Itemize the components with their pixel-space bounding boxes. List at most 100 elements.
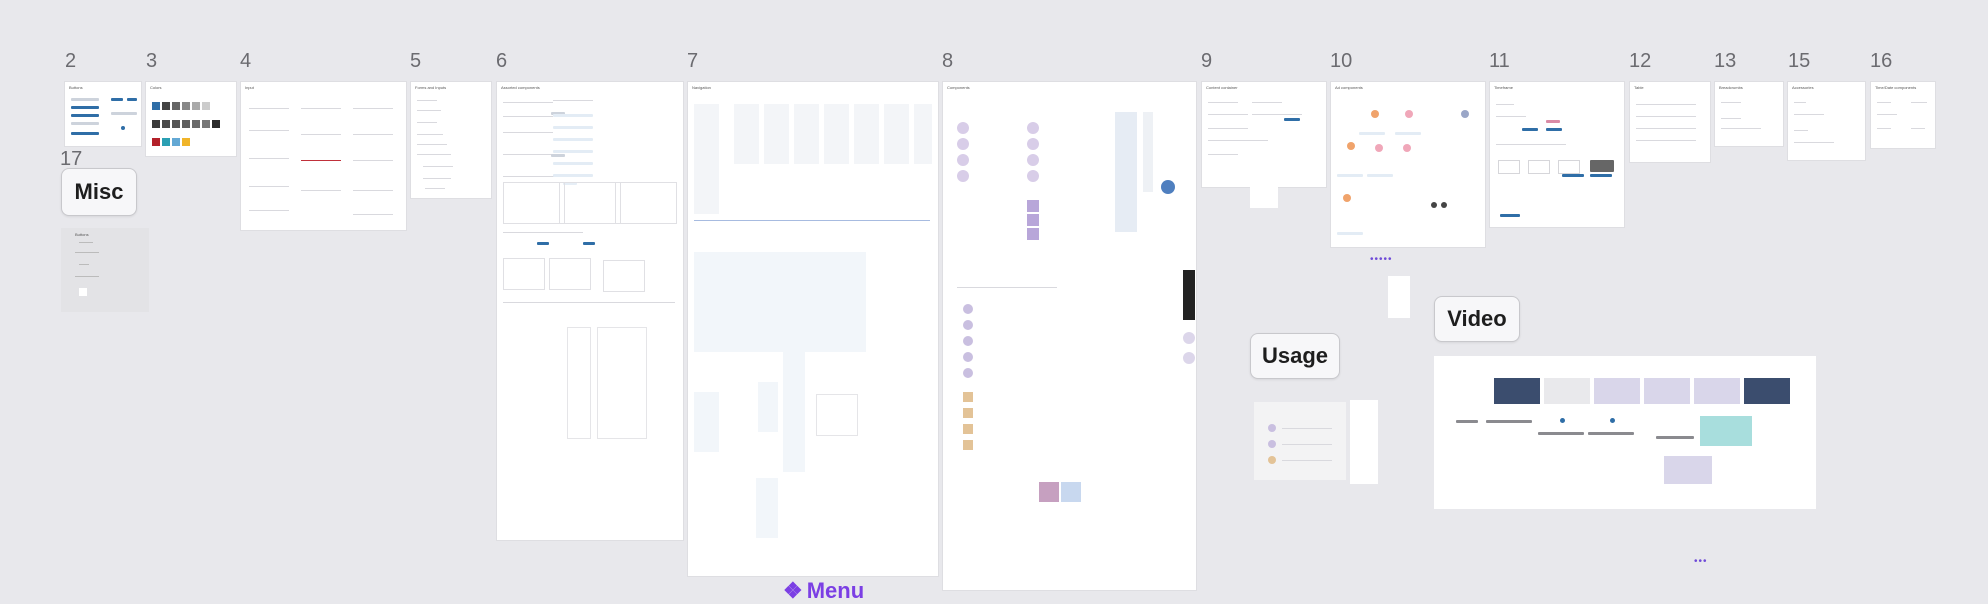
button-sample — [1546, 128, 1562, 131]
nav-sample — [756, 478, 778, 538]
frame-title: Accessories — [1792, 85, 1814, 90]
frame-navigation[interactable]: Navigation — [688, 82, 938, 576]
thumbnail — [963, 408, 973, 418]
component-row — [553, 100, 593, 101]
frame-content-container[interactable]: Content container — [1202, 82, 1326, 187]
input-sample — [301, 190, 341, 191]
section-label-menu[interactable]: ❖ Menu — [783, 578, 864, 604]
color-swatch — [182, 138, 190, 146]
component-row — [503, 102, 553, 103]
input-sample — [353, 134, 393, 135]
table-row — [1636, 128, 1696, 129]
form-row — [423, 166, 453, 167]
button-sample — [1590, 174, 1612, 177]
table-row — [1636, 140, 1696, 141]
frame-title: Table — [1634, 85, 1644, 90]
input-sample — [353, 108, 393, 109]
video-thumbnail — [1694, 378, 1740, 404]
frame-buttons[interactable]: Buttons — [65, 82, 141, 146]
time-picker — [1528, 160, 1550, 174]
text-block — [503, 182, 565, 224]
frame-title: Colors — [150, 85, 162, 90]
date-row — [1877, 128, 1891, 129]
usage-frame[interactable] — [1254, 402, 1346, 480]
content-row — [1208, 114, 1248, 115]
frame-breadcrumbs[interactable]: Breadcrumbs — [1715, 82, 1783, 146]
time-picker — [1558, 160, 1580, 174]
frame-title: Time/Date components — [1875, 85, 1917, 90]
section-label-usage[interactable]: Usage — [1250, 333, 1340, 379]
frame-table[interactable]: Table — [1630, 82, 1710, 162]
frame-title: Buttons — [69, 85, 83, 90]
video-frame[interactable] — [1434, 356, 1816, 509]
nav-sample — [694, 292, 734, 352]
avatar — [957, 138, 969, 150]
frame-title: Assorted components — [501, 85, 540, 90]
section-number-13: 13 — [1714, 50, 1737, 72]
avatar — [1343, 194, 1351, 202]
video-thumbnail — [1494, 378, 1540, 404]
date-row — [1911, 102, 1927, 103]
input-sample — [249, 130, 289, 131]
table-row — [1636, 104, 1696, 105]
time-row — [1496, 144, 1566, 145]
video-bar — [1656, 436, 1694, 439]
color-swatch — [152, 120, 160, 128]
frame-forms-and-inputs[interactable]: Forms and Inputs — [411, 82, 491, 198]
avatar — [1461, 110, 1469, 118]
breadcrumb-row — [1721, 128, 1761, 129]
breadcrumb-row — [1721, 118, 1741, 119]
input-sample — [353, 190, 393, 191]
color-swatch — [172, 102, 180, 110]
text-block — [615, 182, 677, 224]
ad-row — [1337, 232, 1363, 235]
frame-ad-components[interactable]: Ad components — [1331, 82, 1485, 247]
color-swatch — [172, 138, 180, 146]
usage-row — [1282, 444, 1332, 445]
input-sample — [249, 210, 289, 211]
thumbnail — [1027, 228, 1039, 240]
frame-input[interactable]: Input — [241, 82, 406, 230]
canvas[interactable]: { "sections": { "n2": "2", "n3": "3", "n… — [0, 0, 1988, 603]
form-row — [417, 134, 443, 135]
component-row — [503, 232, 583, 233]
color-swatch — [162, 102, 170, 110]
section-number-12: 12 — [1629, 50, 1652, 72]
nav-sample — [734, 104, 759, 164]
avatar — [963, 368, 973, 378]
misc-panel[interactable]: Buttons — [61, 228, 149, 312]
video-thumbnail — [1744, 378, 1790, 404]
misc-row — [79, 264, 89, 265]
color-swatch — [192, 102, 200, 110]
video-progress-dot — [1560, 418, 1565, 423]
avatar — [1441, 202, 1447, 208]
form-row — [417, 110, 441, 111]
frame-time-date-components[interactable]: Time/Date components — [1871, 82, 1935, 148]
section-label-misc[interactable]: Misc — [61, 168, 137, 216]
button-sample — [111, 112, 137, 115]
frame-colors[interactable]: Colors — [146, 82, 236, 156]
menu-label-text: Menu — [806, 578, 865, 603]
frame-accessories[interactable]: Accessories — [1788, 82, 1865, 160]
button-sample — [537, 242, 549, 245]
avatar — [1027, 122, 1039, 134]
content-snippet — [1250, 186, 1278, 208]
color-swatch — [152, 102, 160, 110]
nav-sample — [816, 394, 858, 436]
component-row — [503, 116, 553, 117]
avatar — [957, 170, 969, 182]
time-row — [1496, 116, 1526, 117]
text-block — [559, 182, 621, 224]
section-number-16: 16 — [1870, 50, 1893, 72]
thumbnail — [1061, 482, 1081, 502]
frame-timeframe[interactable]: Timeframe — [1490, 82, 1624, 227]
nav-sample — [824, 104, 849, 164]
button-sample — [1522, 128, 1538, 131]
component-row — [503, 132, 553, 133]
frame-title: Forms and Inputs — [415, 85, 447, 90]
frame-components[interactable]: Components — [943, 82, 1196, 590]
frame-assorted-components[interactable]: Assorted components — [497, 82, 683, 540]
avatar — [1403, 144, 1411, 152]
usage-row — [1282, 428, 1332, 429]
section-label-video[interactable]: Video — [1434, 296, 1520, 342]
